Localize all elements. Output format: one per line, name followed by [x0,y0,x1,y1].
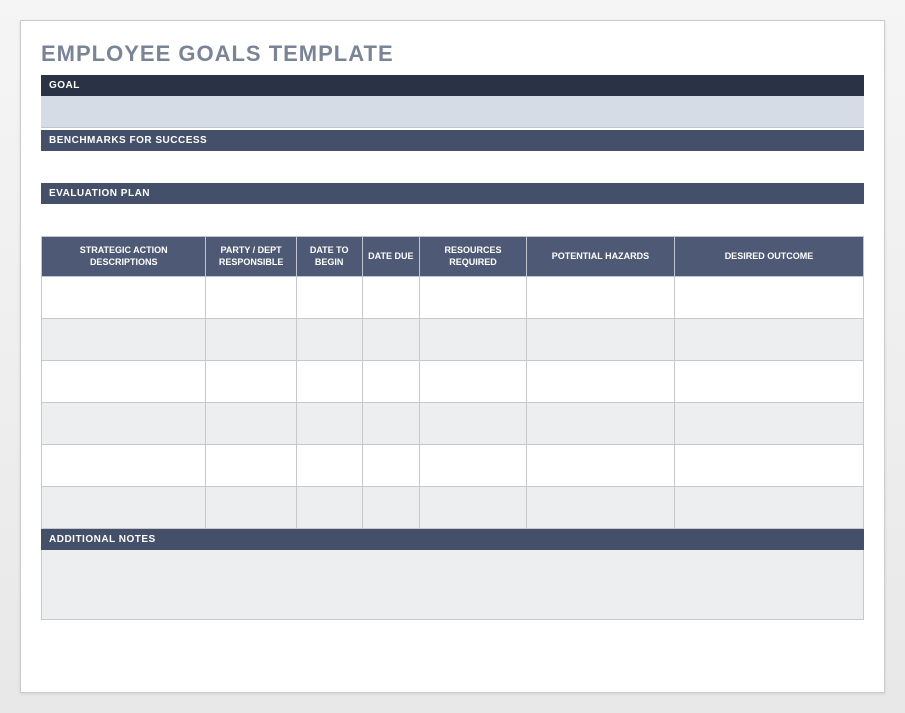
cell[interactable] [674,403,863,445]
cell[interactable] [420,277,527,319]
cell[interactable] [674,361,863,403]
col-header-hazards: POTENTIAL HAZARDS [526,237,674,277]
cell[interactable] [296,319,362,361]
table-row [42,487,864,529]
cell[interactable] [296,445,362,487]
benchmarks-input[interactable] [41,151,864,183]
table-row [42,403,864,445]
cell[interactable] [206,487,296,529]
cell[interactable] [296,277,362,319]
cell[interactable] [420,319,527,361]
table-body [42,277,864,529]
cell[interactable] [526,487,674,529]
cell[interactable] [296,487,362,529]
cell[interactable] [296,361,362,403]
cell[interactable] [42,487,206,529]
cell[interactable] [362,319,420,361]
evaluation-header: EVALUATION PLAN [41,183,864,204]
evaluation-input[interactable] [41,204,864,236]
table-row [42,445,864,487]
benchmarks-header: BENCHMARKS FOR SUCCESS [41,130,864,151]
cell[interactable] [420,445,527,487]
col-header-strategic: STRATEGIC ACTION DESCRIPTIONS [42,237,206,277]
cell[interactable] [526,277,674,319]
cell[interactable] [42,277,206,319]
cell[interactable] [42,319,206,361]
cell[interactable] [674,445,863,487]
template-page: EMPLOYEE GOALS TEMPLATE GOAL BENCHMARKS … [20,20,885,693]
notes-input[interactable] [41,550,864,620]
goal-header: GOAL [41,75,864,96]
cell[interactable] [526,445,674,487]
cell[interactable] [526,319,674,361]
strategic-table: STRATEGIC ACTION DESCRIPTIONS PARTY / DE… [41,236,864,529]
cell[interactable] [362,445,420,487]
cell[interactable] [296,403,362,445]
cell[interactable] [420,361,527,403]
col-header-resources: RESOURCES REQUIRED [420,237,527,277]
cell[interactable] [206,403,296,445]
cell[interactable] [42,361,206,403]
cell[interactable] [526,403,674,445]
cell[interactable] [674,487,863,529]
table-row [42,319,864,361]
cell[interactable] [206,277,296,319]
col-header-due: DATE DUE [362,237,420,277]
cell[interactable] [206,319,296,361]
cell[interactable] [674,277,863,319]
col-header-party: PARTY / DEPT RESPONSIBLE [206,237,296,277]
cell[interactable] [362,403,420,445]
table-header-row: STRATEGIC ACTION DESCRIPTIONS PARTY / DE… [42,237,864,277]
cell[interactable] [362,277,420,319]
col-header-outcome: DESIRED OUTCOME [674,237,863,277]
goal-input[interactable] [41,96,864,128]
cell[interactable] [362,487,420,529]
cell[interactable] [206,445,296,487]
cell[interactable] [420,403,527,445]
table-row [42,361,864,403]
col-header-begin: DATE TO BEGIN [296,237,362,277]
cell[interactable] [206,361,296,403]
cell[interactable] [674,319,863,361]
cell[interactable] [362,361,420,403]
cell[interactable] [42,445,206,487]
cell[interactable] [420,487,527,529]
table-row [42,277,864,319]
cell[interactable] [526,361,674,403]
notes-header: ADDITIONAL NOTES [41,529,864,550]
page-title: EMPLOYEE GOALS TEMPLATE [41,41,864,67]
cell[interactable] [42,403,206,445]
